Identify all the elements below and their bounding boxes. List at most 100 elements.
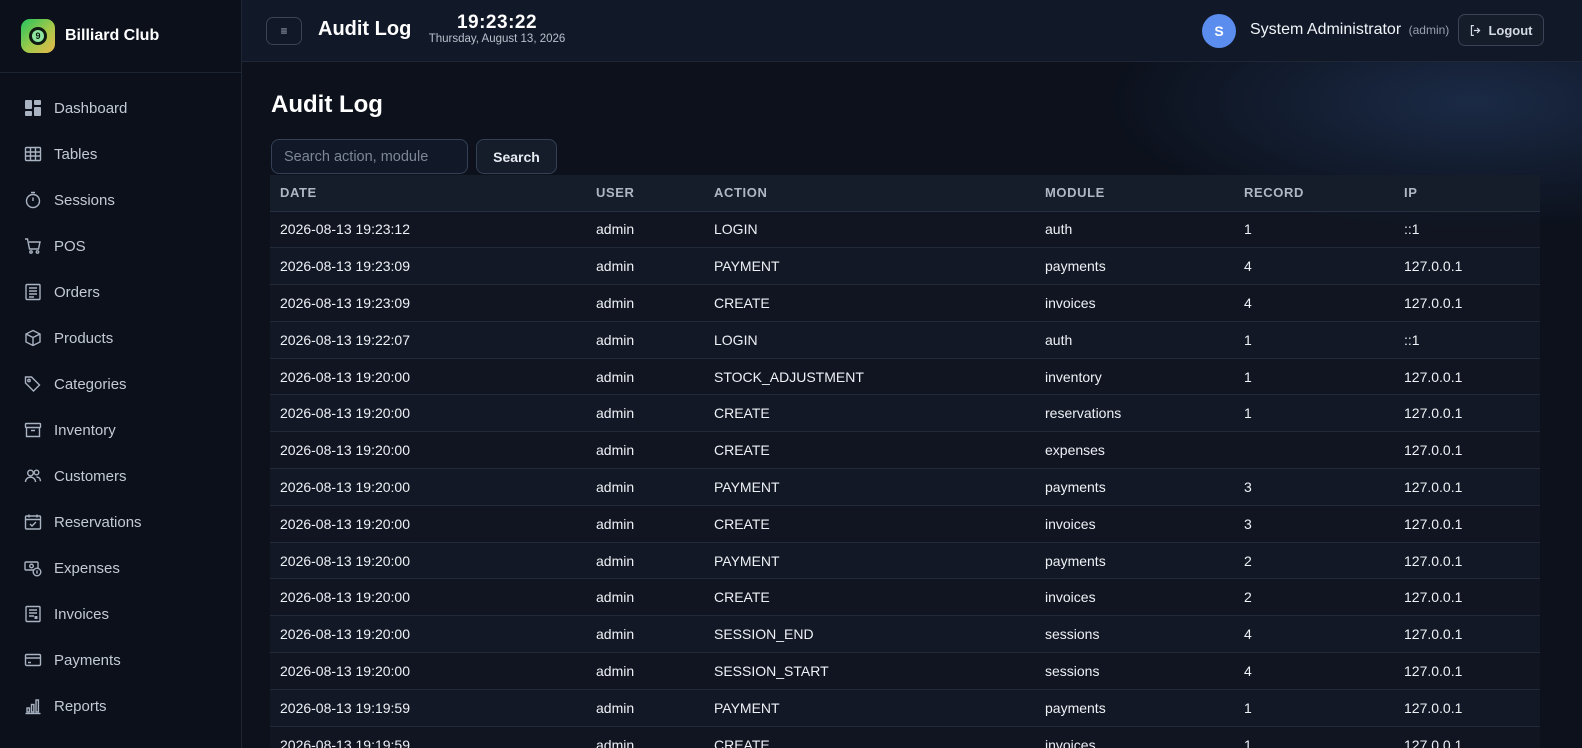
sidebar-item-invoices[interactable]: Invoices — [0, 591, 241, 637]
sidebar-item-tables[interactable]: Tables — [0, 131, 241, 177]
user-info: System Administrator (admin) — [1250, 21, 1449, 39]
cell-ip: 127.0.0.1 — [1394, 578, 1540, 617]
cell-module: invoices — [1035, 284, 1234, 322]
search-input[interactable] — [271, 139, 468, 174]
cell-user: admin — [586, 358, 704, 396]
sidebar: 9 Billiard Club Dashboard Tables Sessions P… — [0, 0, 242, 748]
cell-date: 2026-08-13 19:20:00 — [270, 652, 586, 690]
sidebar-item-reports[interactable]: Reports — [0, 683, 241, 729]
cell-date: 2026-08-13 19:20:00 — [270, 394, 586, 433]
cell-user: admin — [586, 211, 704, 249]
sidebar-item-label: Invoices — [54, 605, 110, 623]
cell-record: 1 — [1234, 321, 1394, 359]
table-grid-icon — [24, 145, 42, 163]
sidebar-item-expenses[interactable]: Expenses — [0, 545, 241, 591]
cell-date: 2026-08-13 19:23:12 — [270, 211, 586, 249]
sidebar-item-label: Dashboard — [54, 99, 128, 117]
column-header-action: ACTION — [704, 175, 1035, 212]
cell-module: sessions — [1035, 652, 1234, 690]
cell-ip: 127.0.0.1 — [1394, 652, 1540, 690]
sidebar-item-categories[interactable]: Categories — [0, 361, 241, 407]
table-row: 2026-08-13 19:23:09 admin PAYMENT payments 4… — [270, 247, 1540, 286]
cell-user: admin — [586, 505, 704, 543]
table-row: 2026-08-13 19:20:00 admin CREATE expenses 12… — [270, 431, 1540, 470]
sidebar-item-label: Products — [54, 329, 114, 347]
receipt-list-icon — [24, 283, 42, 301]
cell-record: 1 — [1234, 689, 1394, 727]
brand[interactable]: 9 Billiard Club — [0, 0, 241, 73]
cell-action: CREATE — [704, 578, 1035, 617]
column-header-user: USER — [586, 175, 704, 212]
sidebar-item-pos[interactable]: POS — [0, 223, 241, 269]
logout-label: Logout — [1488, 22, 1533, 38]
search-button[interactable]: Search — [476, 139, 557, 174]
sidebar-item-products[interactable]: Products — [0, 315, 241, 361]
cell-ip: 127.0.0.1 — [1394, 468, 1540, 506]
stopwatch-icon — [24, 191, 42, 209]
column-header-module: MODULE — [1035, 175, 1234, 212]
credit-card-icon — [24, 651, 42, 669]
cash-coin-icon — [24, 559, 42, 577]
sidebar-item-reservations[interactable]: Reservations — [0, 499, 241, 545]
cell-action: PAYMENT — [704, 542, 1035, 580]
cell-module: invoices — [1035, 726, 1234, 748]
cell-ip: ::1 — [1394, 321, 1540, 359]
cell-user: admin — [586, 689, 704, 727]
sidebar-item-orders[interactable]: Orders — [0, 269, 241, 315]
cell-action: PAYMENT — [704, 247, 1035, 286]
cell-user: admin — [586, 652, 704, 690]
clock-time: 19:23:22 — [456, 12, 538, 33]
cell-date: 2026-08-13 19:20:00 — [270, 615, 586, 654]
brand-name: Billiard Club — [65, 27, 160, 44]
table-row: 2026-08-13 19:23:12 admin LOGIN auth 1::1 — [270, 211, 1540, 249]
cell-ip: 127.0.0.1 — [1394, 284, 1540, 322]
cell-ip: 127.0.0.1 — [1394, 247, 1540, 286]
cell-record: 4 — [1234, 652, 1394, 690]
cell-user: admin — [586, 468, 704, 506]
cell-module: invoices — [1035, 578, 1234, 617]
avatar[interactable]: S — [1202, 14, 1236, 48]
cart-icon — [24, 237, 42, 255]
sidebar-item-label: Reports — [54, 697, 107, 715]
sidebar-nav: Dashboard Tables Sessions POS Orders Products… — [0, 73, 241, 729]
table-row: 2026-08-13 19:20:00 admin SESSION_START ses… — [270, 652, 1540, 690]
cell-date: 2026-08-13 19:19:59 — [270, 726, 586, 748]
sidebar-item-label: Sessions — [54, 191, 115, 209]
hamburger-icon: ≡ — [280, 24, 288, 38]
sidebar-item-dashboard[interactable]: Dashboard — [0, 85, 241, 131]
cell-record: 1 — [1234, 358, 1394, 396]
cell-date: 2026-08-13 19:20:00 — [270, 468, 586, 506]
archive-icon — [24, 421, 42, 439]
bar-chart-icon — [24, 697, 42, 715]
sidebar-item-customers[interactable]: Customers — [0, 453, 241, 499]
table-row: 2026-08-13 19:20:00 admin PAYMENT payments 2… — [270, 542, 1540, 580]
sidebar-item-sessions[interactable]: Sessions — [0, 177, 241, 223]
table-row: 2026-08-13 19:19:59 admin PAYMENT payments 1… — [270, 689, 1540, 727]
sidebar-item-label: Reservations — [54, 513, 142, 531]
cell-action: SESSION_START — [704, 652, 1035, 690]
sidebar-item-label: Payments — [54, 651, 121, 669]
cell-ip: 127.0.0.1 — [1394, 358, 1540, 396]
menu-toggle-button[interactable]: ≡ — [266, 17, 302, 45]
sidebar-item-inventory[interactable]: Inventory — [0, 407, 241, 453]
table-row: 2026-08-13 19:23:09 admin CREATE invoices 4 1… — [270, 284, 1540, 322]
cell-user: admin — [586, 542, 704, 580]
cell-ip: 127.0.0.1 — [1394, 505, 1540, 543]
sidebar-item-label: Expenses — [54, 559, 120, 577]
cell-action: CREATE — [704, 726, 1035, 748]
users-icon — [24, 467, 42, 485]
cell-date: 2026-08-13 19:20:00 — [270, 578, 586, 617]
cell-record: 1 — [1234, 211, 1394, 249]
cell-ip: 127.0.0.1 — [1394, 394, 1540, 433]
table-row: 2026-08-13 19:22:07 admin LOGIN auth 1::1 — [270, 321, 1540, 359]
logout-button[interactable]: Logout — [1458, 14, 1544, 46]
cell-record: 1 — [1234, 726, 1394, 748]
cell-date: 2026-08-13 19:20:00 — [270, 358, 586, 396]
cell-record: 4 — [1234, 284, 1394, 322]
column-header-record: RECORD — [1234, 175, 1394, 212]
column-header-ip: IP — [1394, 175, 1540, 212]
sidebar-item-payments[interactable]: Payments — [0, 637, 241, 683]
cell-action: CREATE — [704, 431, 1035, 470]
cell-ip: 127.0.0.1 — [1394, 615, 1540, 654]
cell-action: PAYMENT — [704, 689, 1035, 727]
